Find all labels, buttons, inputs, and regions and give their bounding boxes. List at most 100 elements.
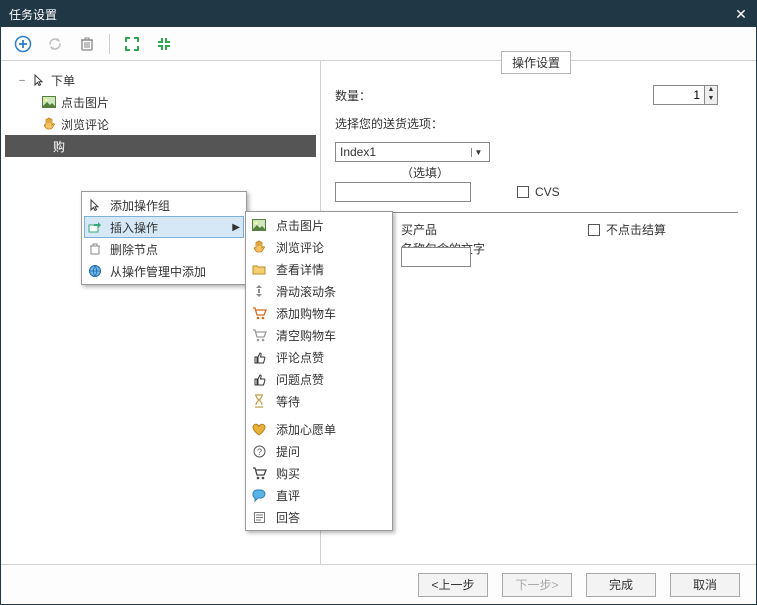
text-input-2[interactable]	[401, 247, 471, 267]
toolbar	[1, 27, 756, 61]
cursor-icon	[31, 72, 47, 88]
sub-item-label: 查看详情	[276, 261, 324, 278]
shipping-label: 选择您的送货选项：	[335, 115, 443, 132]
sub-comment-like[interactable]: 评论点赞	[248, 346, 390, 368]
hand-icon	[41, 116, 57, 132]
heart-icon	[250, 420, 268, 438]
ctx-insert-operation[interactable]: 插入操作 ▶	[84, 216, 244, 238]
tree-item-click-image[interactable]: 点击图片	[5, 91, 316, 113]
shipping-value: Index1	[340, 145, 376, 159]
sub-answer[interactable]: 回答	[248, 506, 390, 528]
settings-tab[interactable]: 操作设置	[501, 51, 571, 74]
sub-question-like[interactable]: 问题点赞	[248, 368, 390, 390]
sub-wait[interactable]: 等待	[248, 390, 390, 412]
add-button[interactable]	[9, 30, 37, 58]
qty-label: 数量：	[335, 87, 465, 104]
operation-tree: – 下单 点击图片 浏览评论	[5, 69, 316, 157]
scroll-icon	[250, 282, 268, 300]
sub-direct-comment[interactable]: 直评	[248, 484, 390, 506]
sub-item-label: 点击图片	[276, 217, 324, 234]
hand-icon	[250, 238, 268, 256]
answer-icon	[250, 508, 268, 526]
row-buy-product: 买产品 不点击结算	[335, 221, 738, 239]
delete-button[interactable]	[73, 30, 101, 58]
tree-item-browse-comments[interactable]: 浏览评论	[5, 113, 316, 135]
hourglass-icon	[250, 392, 268, 410]
sync-button[interactable]	[41, 30, 69, 58]
sub-view-detail[interactable]: 查看详情	[248, 258, 390, 280]
sub-empty-cart[interactable]: 清空购物车	[248, 324, 390, 346]
sub-add-cart[interactable]: 添加购物车	[248, 302, 390, 324]
close-icon[interactable]: ✕	[734, 7, 748, 21]
no-checkout-label: 不点击结算	[606, 221, 666, 238]
sub-item-label: 清空购物车	[276, 327, 336, 344]
sub-ask[interactable]: ? 提问	[248, 440, 390, 462]
sub-item-label: 浏览评论	[276, 239, 324, 256]
submenu-arrow-icon: ▶	[232, 222, 240, 233]
tree-item-label: 购	[53, 138, 65, 155]
text-input-1[interactable]	[335, 182, 471, 202]
qty-spinner[interactable]: ▲ ▼	[653, 85, 718, 105]
svg-text:?: ?	[256, 447, 261, 457]
ctx-add-group[interactable]: 添加操作组	[84, 194, 244, 216]
tree-toggle-icon[interactable]: –	[17, 75, 27, 86]
tree-item-label: 浏览评论	[61, 116, 109, 133]
tree-root[interactable]: – 下单	[5, 69, 316, 91]
sub-item-label: 滑动滚动条	[276, 283, 336, 300]
expand-icon	[124, 36, 140, 52]
buy-label-tail: 买产品	[401, 221, 437, 238]
sub-item-label: 评论点赞	[276, 349, 324, 366]
sub-scroll[interactable]: 滑动滚动条	[248, 280, 390, 302]
ctx-add-from-manager[interactable]: 从操作管理中添加	[84, 260, 244, 282]
ctx-item-label: 删除节点	[110, 241, 158, 258]
row-cvs: CVS	[335, 182, 738, 202]
sub-item-label: 回答	[276, 509, 300, 526]
sub-item-label: 添加心愿单	[276, 421, 336, 438]
toolbar-separator	[109, 34, 110, 54]
collapse-button[interactable]	[150, 30, 178, 58]
refresh-icon	[46, 35, 64, 53]
tree-item-selected[interactable]: 购	[5, 135, 316, 157]
spin-up-icon[interactable]: ▲	[705, 86, 717, 95]
tree-root-label: 下单	[51, 72, 75, 89]
sub-item-label: 提问	[276, 443, 300, 460]
cvs-label: CVS	[535, 185, 560, 199]
sub-item-label: 添加购物车	[276, 305, 336, 322]
finish-button[interactable]: 完成	[586, 573, 656, 597]
dialog-body: – 下单 点击图片 浏览评论	[1, 61, 756, 564]
expand-button[interactable]	[118, 30, 146, 58]
sub-item-label: 购买	[276, 465, 300, 482]
qty-input[interactable]	[653, 85, 705, 105]
row-shipping-label: 选择您的送货选项：	[335, 115, 738, 132]
sub-buy[interactable]: 购买	[248, 462, 390, 484]
row-quantity: 数量： ▲ ▼	[335, 85, 738, 105]
checkbox-box-icon	[517, 186, 529, 198]
insert-icon	[86, 218, 104, 236]
ctx-item-label: 添加操作组	[110, 197, 170, 214]
ctx-delete-node[interactable]: 删除节点	[84, 238, 244, 260]
tree-item-label: 点击图片	[61, 94, 109, 111]
prev-button[interactable]: <上一步	[418, 573, 488, 597]
sub-click-image[interactable]: 点击图片	[248, 214, 390, 236]
folder-icon	[250, 260, 268, 278]
no-checkout-checkbox[interactable]: 不点击结算	[588, 221, 718, 238]
thumb-icon	[250, 370, 268, 388]
sub-item-label: 直评	[276, 487, 300, 504]
tree-pane: – 下单 点击图片 浏览评论	[1, 61, 321, 564]
chat-icon	[250, 486, 268, 504]
question-icon: ?	[250, 442, 268, 460]
shipping-select[interactable]: Index1 ▼	[335, 142, 490, 162]
title-bar: 任务设置 ✕	[1, 1, 756, 27]
divider	[335, 212, 738, 213]
cvs-checkbox[interactable]: CVS	[517, 185, 647, 199]
sub-add-wishlist[interactable]: 添加心愿单	[248, 418, 390, 440]
spin-down-icon[interactable]: ▼	[705, 95, 717, 104]
cart-empty-icon	[250, 326, 268, 344]
thumb-icon	[250, 348, 268, 366]
optional-label-tail: （选填）	[401, 164, 449, 181]
sub-browse-comments[interactable]: 浏览评论	[248, 236, 390, 258]
chevron-down-icon[interactable]: ▼	[471, 148, 485, 157]
globe-icon	[86, 262, 104, 280]
context-menu: 添加操作组 插入操作 ▶ 删除节点 从操作管理中添加	[81, 191, 247, 285]
cancel-button[interactable]: 取消	[670, 573, 740, 597]
